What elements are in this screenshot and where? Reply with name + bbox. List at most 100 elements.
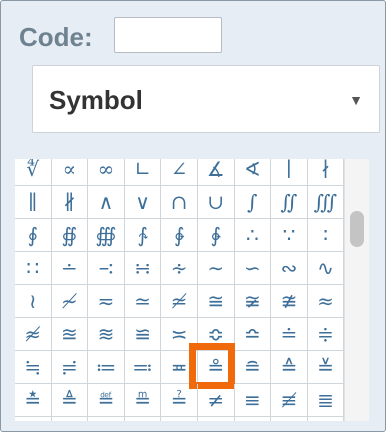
symbol-cell[interactable]: ∺ xyxy=(125,252,162,284)
symbol-cell[interactable]: ≠ xyxy=(198,384,235,416)
symbol-cell[interactable]: ≟ xyxy=(161,384,198,416)
symbol-cell[interactable]: ≎ xyxy=(198,318,235,350)
symbol-cell[interactable]: ≫ xyxy=(271,417,308,421)
symbol-cell[interactable]: ≚ xyxy=(308,351,345,383)
symbol-cell[interactable]: ∮ xyxy=(15,219,52,251)
symbol-cell[interactable]: ∿ xyxy=(308,252,345,284)
symbol-cell[interactable]: ≀ xyxy=(15,285,52,317)
symbol-cell[interactable]: ≓ xyxy=(52,351,89,383)
symbol-cell[interactable]: ≦ xyxy=(88,417,125,421)
select-value: Symbol xyxy=(49,85,143,115)
symbol-row: ≛ ≜ ≝ ≞ ≟ ≠ ≡ ≢ ≣ xyxy=(15,384,345,417)
symbol-cell[interactable]: ≡ xyxy=(235,384,272,416)
code-input[interactable] xyxy=(114,17,222,53)
symbol-cell[interactable]: ≞ xyxy=(125,384,162,416)
symbol-cell[interactable]: ∪ xyxy=(198,186,235,218)
symbol-cell[interactable]: ≪ xyxy=(235,417,272,421)
symbol-cell[interactable]: ≃ xyxy=(125,285,162,317)
symbol-cell[interactable]: ≋ xyxy=(88,318,125,350)
symbol-cell[interactable]: ∰ xyxy=(88,219,125,251)
symbol-row: ≀ ≁ ≂ ≃ ≄ ≅ ≆ ≇ ≈ xyxy=(15,285,345,318)
symbol-cell[interactable]: ≇ xyxy=(271,285,308,317)
symbol-cell[interactable]: ≉ xyxy=(15,318,52,350)
symbol-cell[interactable]: ∡ xyxy=(198,159,235,185)
symbol-cell[interactable]: ≝ xyxy=(88,384,125,416)
symbol-cell[interactable]: ≙ xyxy=(271,351,308,383)
symbol-category-select[interactable]: Symbol ▼ xyxy=(32,65,380,133)
symbol-row: ∮ ∯ ∰ ∱ ∲ ∳ ∴ ∵ ∶ xyxy=(15,219,345,252)
symbol-cell[interactable]: ≧ xyxy=(125,417,162,421)
symbol-cell[interactable]: ≁ xyxy=(52,285,89,317)
symbol-cell[interactable]: ∫ xyxy=(235,186,272,218)
code-label: Code: xyxy=(19,21,93,52)
symbol-cell[interactable]: ∦ xyxy=(52,186,89,218)
symbol-cell[interactable]: ≛ xyxy=(15,384,52,416)
symbol-row: ∷ ∸ ∹ ∺ ∻ ∼ ∽ ∾ ∿ xyxy=(15,252,345,285)
symbol-cell[interactable]: ≕ xyxy=(125,351,162,383)
symbol-cell[interactable]: ≩ xyxy=(198,417,235,421)
symbol-cell[interactable]: ∠ xyxy=(161,159,198,185)
symbol-cell[interactable]: ≆ xyxy=(235,285,272,317)
symbol-cell[interactable]: ≣ xyxy=(308,384,345,416)
symbol-cell[interactable]: ∵ xyxy=(271,219,308,251)
symbol-picker-panel: Code: Symbol ▼ ∜ ∝ ∞ ∟ ∠ ∡ ∢ ∣ ∤ ∥ ∦ ∧ ∨ ∩ ∪ ∫ ∬ ∭ ∮ ∯ ∰ ∱ ∲ ∳ ∴… xyxy=(0,0,386,432)
symbol-cell[interactable]: ∴ xyxy=(235,219,272,251)
scrollbar-thumb[interactable] xyxy=(350,211,364,247)
symbol-cell[interactable]: ∸ xyxy=(52,252,89,284)
symbol-cell[interactable]: ≖ xyxy=(161,351,198,383)
symbol-cell[interactable]: ≊ xyxy=(52,318,89,350)
symbol-cell[interactable]: ∽ xyxy=(235,252,272,284)
symbol-cell[interactable]: ≔ xyxy=(88,351,125,383)
symbol-cell[interactable]: ∯ xyxy=(52,219,89,251)
symbol-cell[interactable]: ≅ xyxy=(198,285,235,317)
vertical-scrollbar[interactable] xyxy=(344,159,369,421)
symbol-cell[interactable]: ∷ xyxy=(15,252,52,284)
symbol-cell[interactable]: ∾ xyxy=(271,252,308,284)
symbol-cell[interactable]: ≘ xyxy=(235,351,272,383)
symbol-cell[interactable]: ∢ xyxy=(235,159,272,185)
symbol-row: ≒ ≓ ≔ ≕ ≖ ≗ ≘ ≙ ≚ xyxy=(15,343,345,389)
symbol-cell[interactable]: ≈ xyxy=(308,285,345,317)
symbol-cell[interactable]: ≨ xyxy=(161,417,198,421)
symbol-cell[interactable]: ∟ xyxy=(125,159,162,185)
symbol-cell[interactable]: ∬ xyxy=(271,186,308,218)
symbol-cell[interactable]: ∼ xyxy=(198,252,235,284)
symbol-cell[interactable]: ≜ xyxy=(52,384,89,416)
chevron-down-icon: ▼ xyxy=(349,92,363,108)
symbol-cell[interactable]: ∹ xyxy=(88,252,125,284)
symbol-cell[interactable]: ∲ xyxy=(161,219,198,251)
symbol-cell[interactable]: ∱ xyxy=(125,219,162,251)
symbol-cell[interactable]: ≍ xyxy=(161,318,198,350)
symbol-grid: ∜ ∝ ∞ ∟ ∠ ∡ ∢ ∣ ∤ ∥ ∦ ∧ ∨ ∩ ∪ ∫ ∬ ∭ ∮ ∯ ∰ ∱ ∲ ∳ ∴ ∵ ∶ ∷ ∸ ∹ ∺ ∻ ∼ ∽ ∾ ∿ ≀ ≁ ≂ ≃… xyxy=(15,159,369,421)
symbol-row: ∥ ∦ ∧ ∨ ∩ ∪ ∫ ∬ ∭ xyxy=(15,186,345,219)
symbol-cell[interactable]: ∤ xyxy=(308,159,345,185)
symbol-cell[interactable]: ∝ xyxy=(52,159,89,185)
symbol-grid-content: ∜ ∝ ∞ ∟ ∠ ∡ ∢ ∣ ∤ ∥ ∦ ∧ ∨ ∩ ∪ ∫ ∬ ∭ ∮ ∯ ∰ ∱ ∲ ∳ ∴ ∵ ∶ ∷ ∸ ∹ ∺ ∻ ∼ ∽ ∾ ∿ ≀ ≁ ≂ ≃… xyxy=(15,159,345,421)
symbol-cell[interactable]: ∣ xyxy=(271,159,308,185)
code-row: Code: xyxy=(19,17,93,57)
symbol-cell[interactable]: ≤ xyxy=(15,417,52,421)
symbol-cell[interactable]: ≑ xyxy=(308,318,345,350)
symbol-cell[interactable]: ∶ xyxy=(308,219,345,251)
symbol-cell[interactable]: ∜ xyxy=(15,159,52,185)
symbol-cell[interactable]: ∨ xyxy=(125,186,162,218)
symbol-cell[interactable]: ≬ xyxy=(308,417,345,421)
symbol-cell[interactable]: ≌ xyxy=(125,318,162,350)
symbol-cell[interactable]: ≒ xyxy=(15,351,52,383)
symbol-row: ≤≥≦≧≨≩≪≫≬ xyxy=(15,417,345,421)
symbol-cell[interactable]: ∳ xyxy=(198,219,235,251)
symbol-row: ≉ ≊ ≋ ≌ ≍ ≎ ≏ ≐ ≑ xyxy=(15,318,345,351)
symbol-cell[interactable]: ∻ xyxy=(161,252,198,284)
symbol-cell[interactable]: ≗ xyxy=(189,343,235,389)
symbol-cell[interactable]: ≐ xyxy=(271,318,308,350)
symbol-cell[interactable]: ∧ xyxy=(88,186,125,218)
symbol-cell[interactable]: ∞ xyxy=(88,159,125,185)
symbol-cell[interactable]: ≂ xyxy=(88,285,125,317)
symbol-cell[interactable]: ≄ xyxy=(161,285,198,317)
symbol-cell[interactable]: ≏ xyxy=(235,318,272,350)
symbol-cell[interactable]: ≥ xyxy=(52,417,89,421)
symbol-cell[interactable]: ∩ xyxy=(161,186,198,218)
symbol-cell[interactable]: ∥ xyxy=(15,186,52,218)
symbol-cell[interactable]: ∭ xyxy=(308,186,345,218)
symbol-cell[interactable]: ≢ xyxy=(271,384,308,416)
